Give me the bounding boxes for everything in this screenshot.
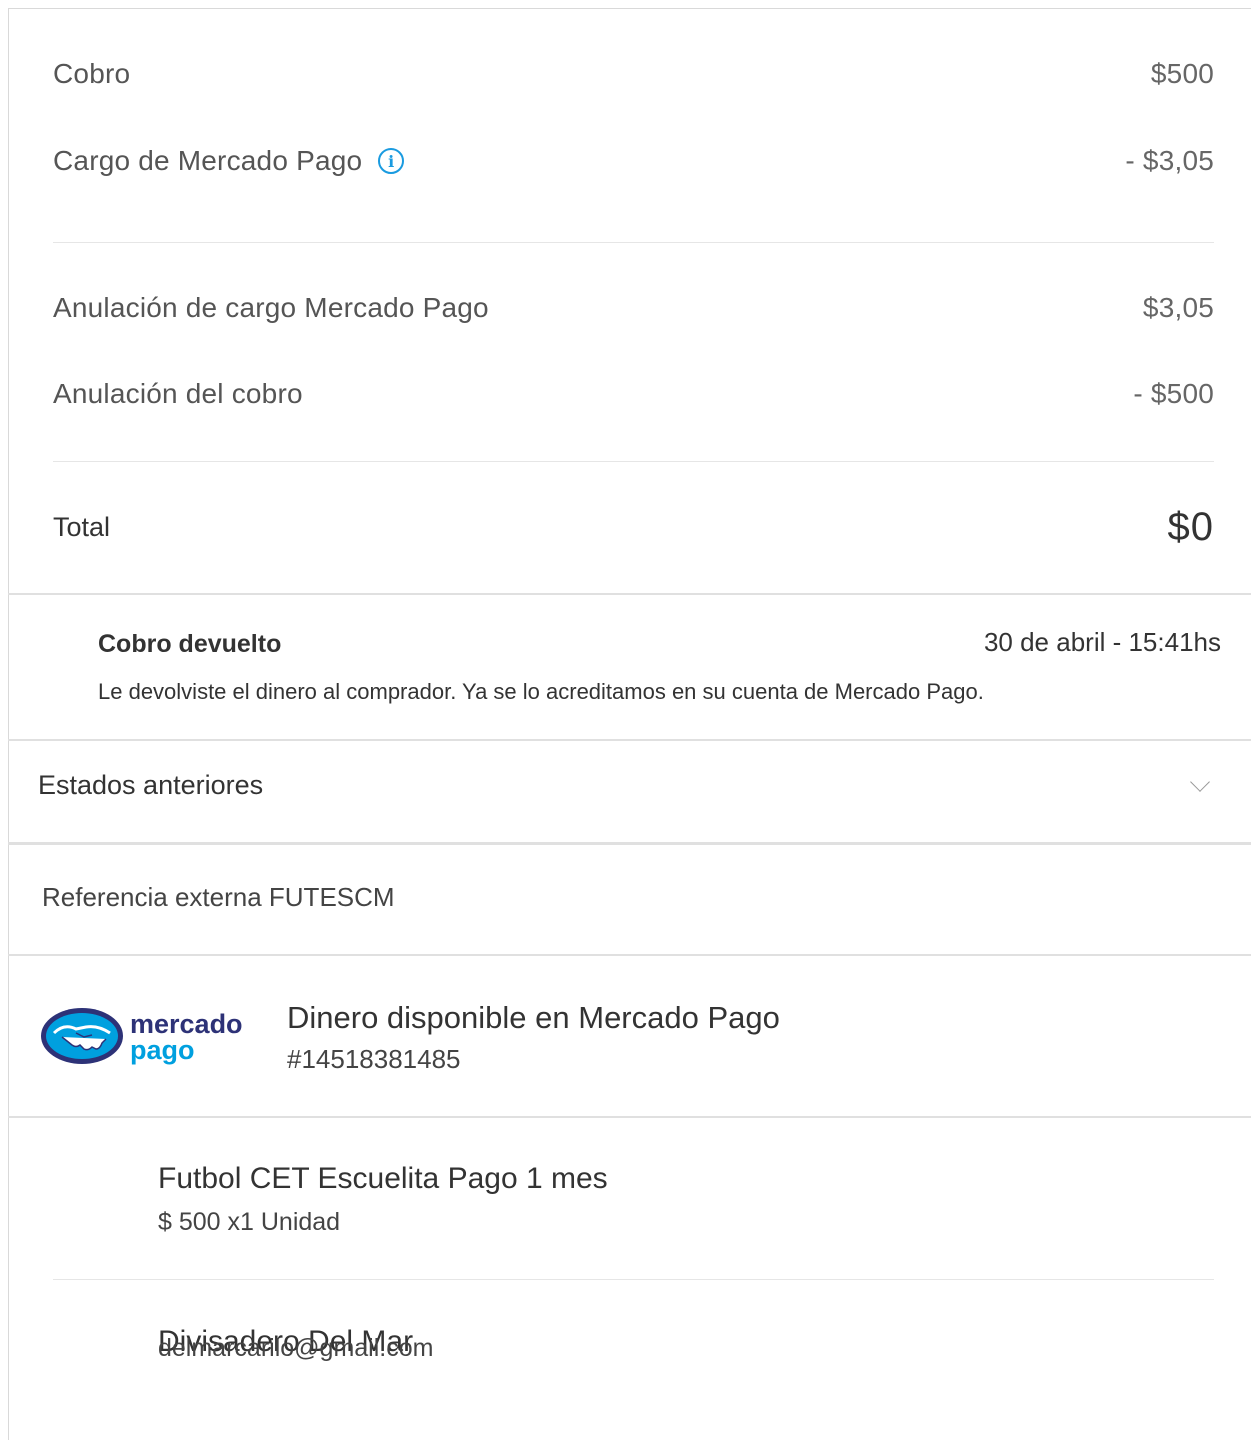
row-label-wrap: Cargo de Mercado Pago i <box>53 145 405 177</box>
handshake-icon: mercado pago <box>41 1008 243 1065</box>
info-icon[interactable]: i <box>378 148 405 174</box>
total-amount: $0 <box>1167 505 1214 549</box>
mercado-pago-logo: mercado pago <box>40 1003 260 1069</box>
section-divider <box>8 593 1251 595</box>
item-detail: $ 500 x1 Unidad <box>158 1208 341 1236</box>
buyer-email[interactable]: delmarcarilo@gmail.com <box>158 1334 433 1363</box>
status-description: Le devolviste el dinero al comprador. Ya… <box>98 679 984 704</box>
row-anulacion-cargo: Anulación de cargo Mercado Pago $3,05 <box>53 292 1214 324</box>
divider <box>53 1279 1214 1280</box>
total-label: Total <box>53 512 111 542</box>
item-title: Futbol CET Escuelita Pago 1 mes <box>158 1162 608 1195</box>
previous-states-label: Estados anteriores <box>38 770 264 800</box>
row-amount: $3,05 <box>1142 292 1214 323</box>
row-label: Cobro <box>53 58 131 89</box>
previous-states-toggle[interactable]: Estados anteriores <box>38 770 1213 801</box>
row-cargo-mercado-pago: Cargo de Mercado Pago i - $3,05 <box>53 145 1214 177</box>
row-cobro: Cobro $500 <box>53 58 1214 90</box>
chevron-down-icon <box>1190 771 1210 792</box>
row-anulacion-cobro: Anulación del cobro - $500 <box>53 378 1214 410</box>
row-amount: $500 <box>1150 58 1214 89</box>
row-label: Anulación de cargo Mercado Pago <box>53 292 489 323</box>
total-row: Total $0 <box>53 505 1214 550</box>
divider <box>53 242 1214 243</box>
row-label: Cargo de Mercado Pago <box>53 145 363 176</box>
section-divider <box>8 842 1251 845</box>
status-title: Cobro devuelto <box>98 630 282 658</box>
logo-text-line2: pago <box>130 1035 195 1065</box>
row-amount: - $500 <box>1133 378 1214 409</box>
payment-method-title: Dinero disponible en Mercado Pago <box>287 1000 780 1035</box>
section-divider <box>8 739 1251 741</box>
external-reference: Referencia externa FUTESCM <box>42 882 395 912</box>
status-date: 30 de abril - 15:41hs <box>983 627 1221 657</box>
row-label: Anulación del cobro <box>53 378 303 409</box>
section-divider <box>8 1116 1251 1118</box>
divider <box>53 461 1214 462</box>
row-amount: - $3,05 <box>1125 145 1214 176</box>
payment-id: #14518381485 <box>287 1044 461 1074</box>
section-divider <box>8 954 1251 956</box>
